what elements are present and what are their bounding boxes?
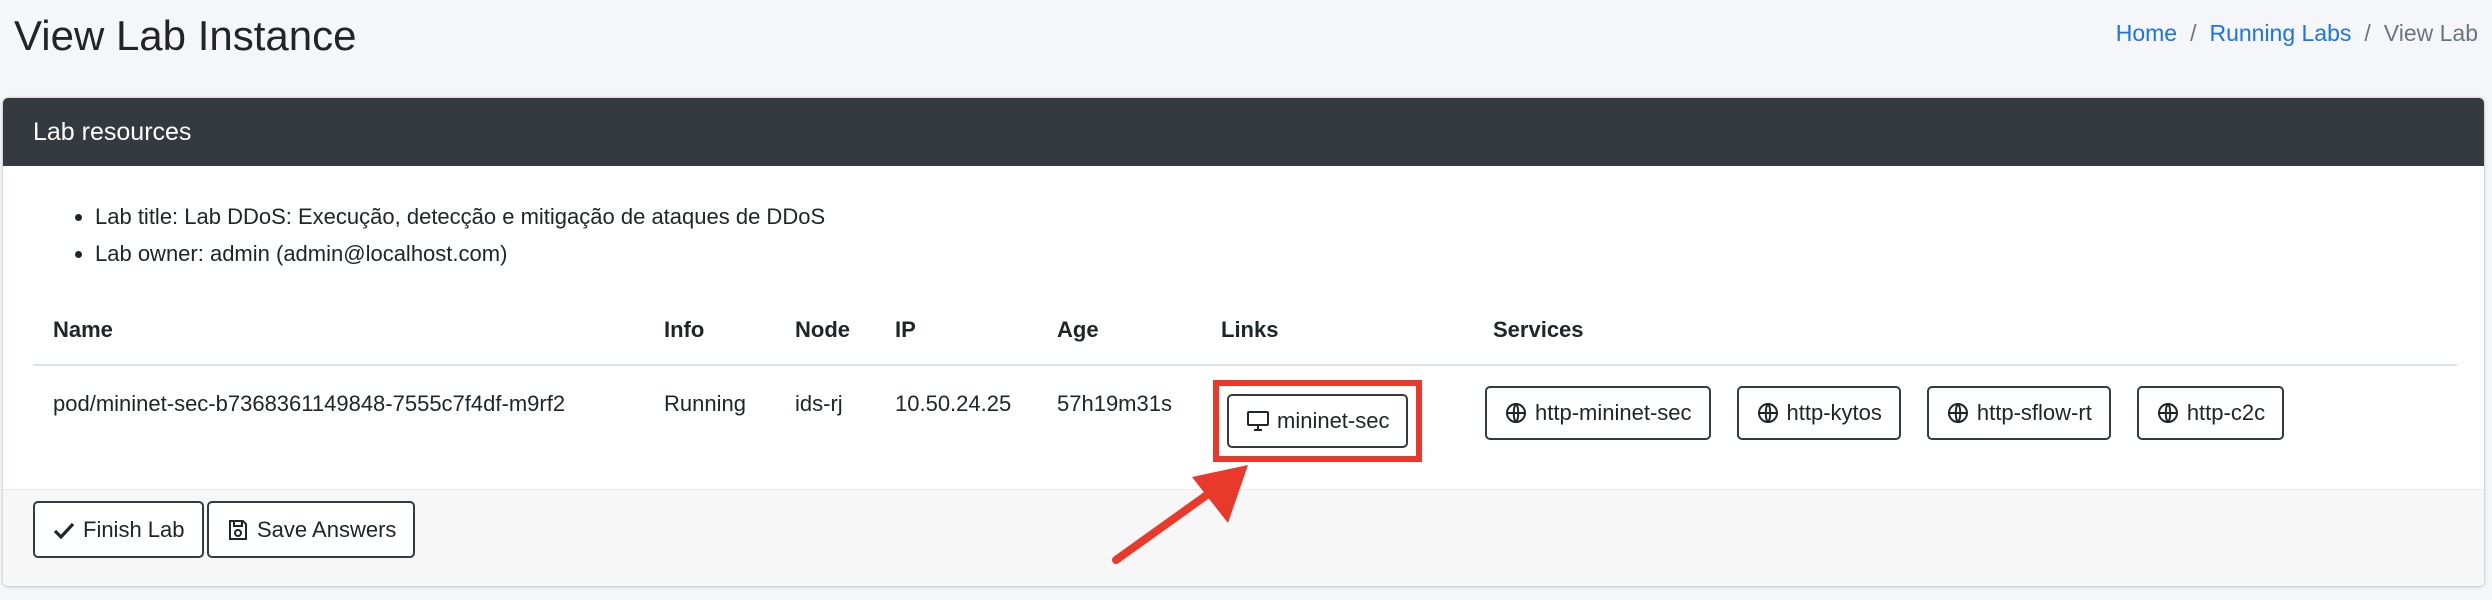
- globe-icon: [2157, 403, 2178, 423]
- column-header-node: Node: [775, 296, 875, 366]
- service-http-sflow-rt-button[interactable]: http-sflow-rt: [1926, 386, 2111, 440]
- pod-services-cell: http-mininet-sec http-kytos http-sflow-r…: [1473, 365, 2457, 473]
- pod-name-cell: pod/mininet-sec-b7368361149848-7555c7f4d…: [53, 391, 566, 416]
- page-title: View Lab Instance: [14, 12, 357, 59]
- column-header-services: Services: [1473, 296, 2457, 366]
- service-http-mininet-sec-button[interactable]: http-mininet-sec: [1485, 386, 1711, 440]
- service-label: http-sflow-rt: [1976, 400, 2092, 425]
- save-answers-button[interactable]: Save Answers: [207, 501, 416, 558]
- column-header-name: Name: [33, 296, 644, 366]
- table-header-row: Name Info Node IP Age Links Services: [33, 296, 2457, 366]
- floppy-disk-icon: [229, 519, 247, 540]
- save-answers-label: Save Answers: [257, 516, 397, 542]
- pod-ip-cell: 10.50.24.25: [895, 391, 1012, 416]
- lab-owner-item: Lab owner: admin (admin@localhost.com): [95, 235, 825, 272]
- globe-icon: [1757, 403, 1778, 423]
- breadcrumb-separator: /: [2364, 20, 2371, 46]
- column-header-ip: IP: [875, 296, 1037, 366]
- breadcrumb-separator: /: [2190, 20, 2197, 46]
- card-header: Lab resources: [3, 98, 2484, 166]
- lab-info-list: Lab title: Lab DDoS: Execução, detecção …: [55, 198, 825, 272]
- service-label: http-c2c: [2186, 400, 2266, 425]
- pod-node-cell: ids-rj: [795, 391, 843, 416]
- breadcrumb-running-labs-link[interactable]: Running Labs: [2209, 20, 2351, 47]
- service-label: http-kytos: [1786, 400, 1882, 425]
- column-header-age: Age: [1037, 296, 1201, 366]
- check-icon: [53, 522, 75, 539]
- finish-lab-button[interactable]: Finish Lab: [33, 501, 204, 558]
- highlight-box: mininet-sec: [1213, 380, 1423, 462]
- lab-title-item: Lab title: Lab DDoS: Execução, detecção …: [95, 198, 825, 235]
- service-label: http-mininet-sec: [1535, 400, 1692, 425]
- globe-icon: [1506, 403, 1526, 423]
- mininet-sec-link-button[interactable]: mininet-sec: [1227, 394, 1409, 448]
- breadcrumb-current: View Lab: [2383, 20, 2478, 46]
- column-header-links: Links: [1201, 296, 1473, 366]
- pod-info-cell: Running: [664, 391, 746, 416]
- arrow-annotation: [1112, 465, 1248, 564]
- breadcrumb-home-link[interactable]: Home: [2116, 20, 2177, 47]
- service-http-kytos-button[interactable]: http-kytos: [1736, 386, 1901, 440]
- finish-lab-label: Finish Lab: [83, 516, 185, 542]
- globe-icon: [1947, 403, 1968, 423]
- resources-table: Name Info Node IP Age Links Services pod…: [33, 296, 2457, 473]
- breadcrumb: Home / Running Labs / View Lab: [2116, 20, 2478, 47]
- desktop-icon: [1247, 411, 1269, 431]
- link-label: mininet-sec: [1277, 408, 1390, 433]
- column-header-info: Info: [644, 296, 775, 366]
- service-http-c2c-button[interactable]: http-c2c: [2136, 386, 2285, 440]
